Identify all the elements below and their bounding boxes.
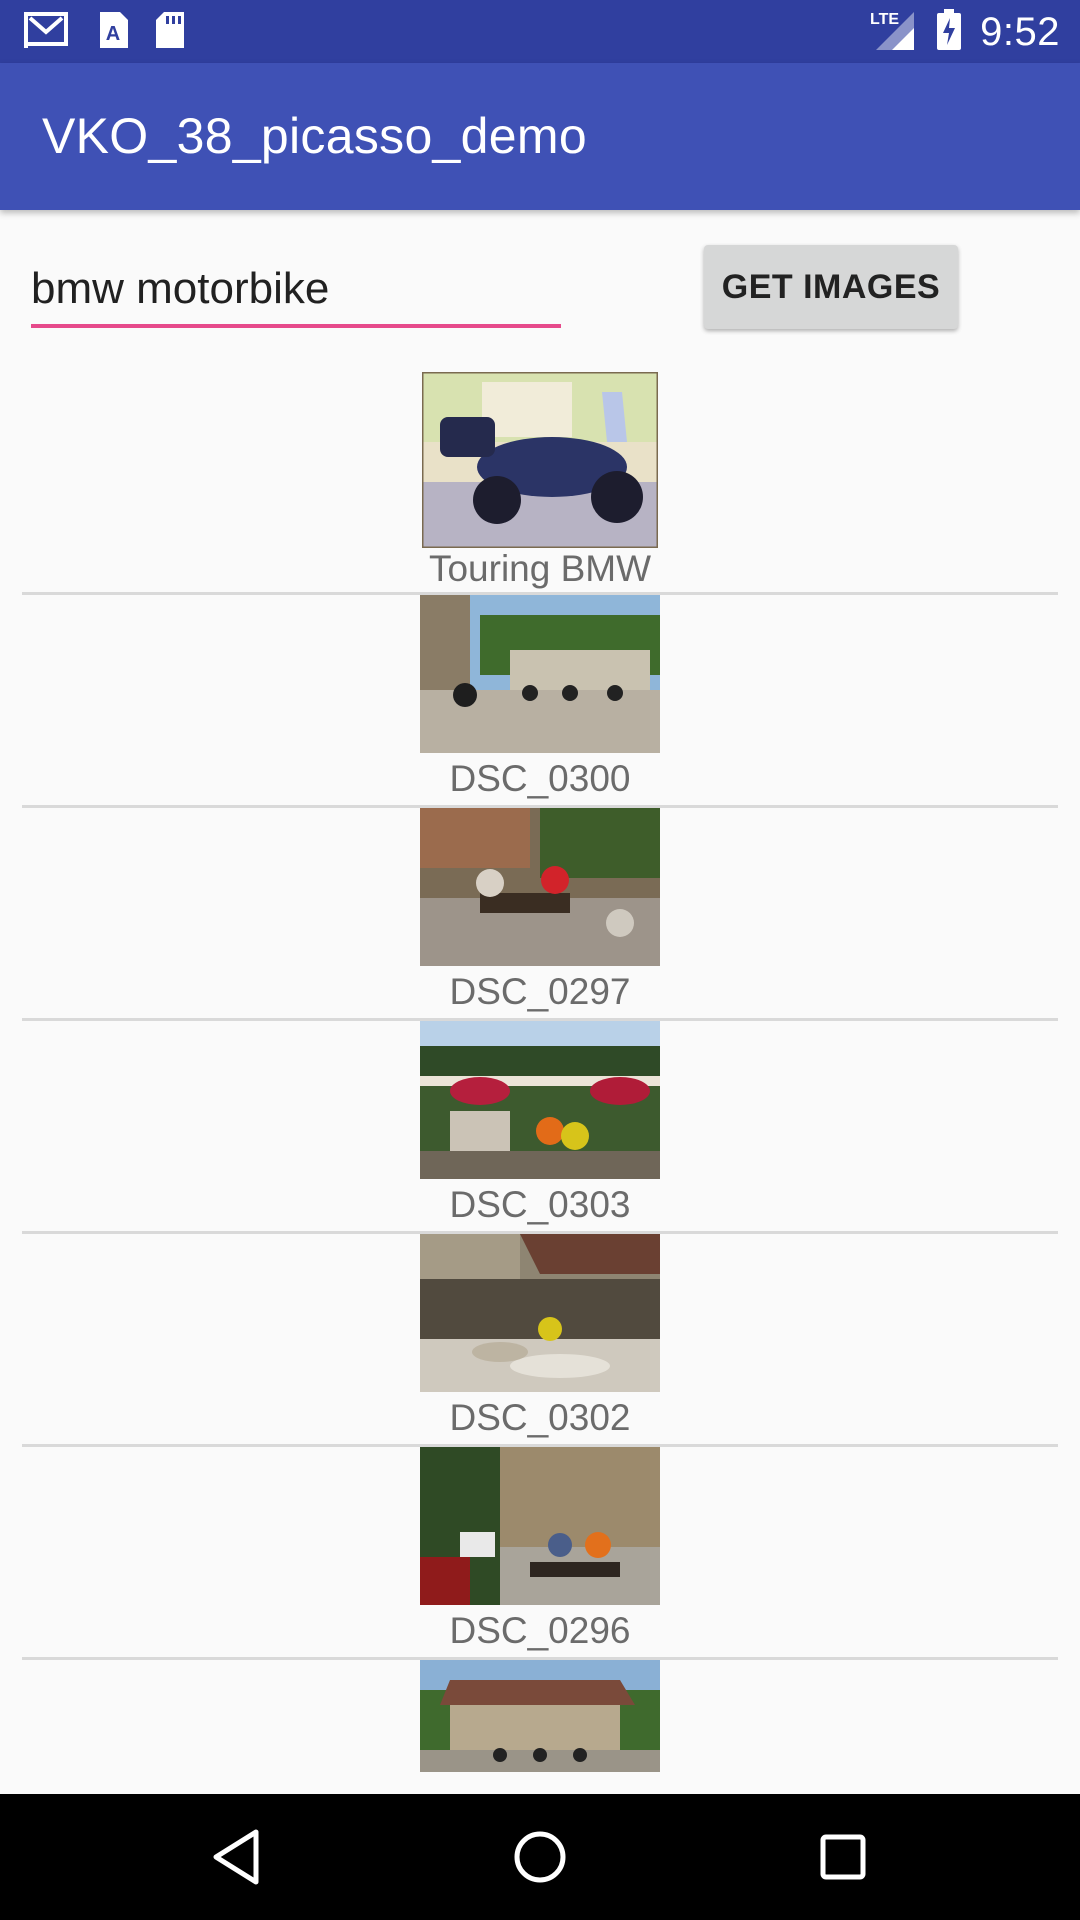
navigation-bar: [0, 1794, 1080, 1920]
list-item[interactable]: DSC_0302: [22, 1234, 1058, 1447]
image-caption: DSC_0300: [449, 758, 631, 799]
list-item[interactable]: DSC_0300: [22, 595, 1058, 808]
image-caption: DSC_0296: [449, 1610, 631, 1651]
image-caption: DSC_0303: [449, 1184, 631, 1225]
battery-charging-icon: [936, 9, 962, 56]
thumbnail-image: [420, 1234, 660, 1392]
network-label: LTE: [870, 11, 899, 28]
list-item[interactable]: Touring BMW: [22, 360, 1058, 595]
thumbnail-image: [420, 1660, 660, 1772]
list-item[interactable]: DSC_0297: [22, 808, 1058, 1021]
list-item[interactable]: DSC_0303: [22, 1021, 1058, 1234]
main-content: GET IMAGES Touring BMW: [0, 210, 1080, 1794]
thumbnail-image: [422, 372, 658, 548]
thumbnail-image: [420, 595, 660, 753]
home-icon[interactable]: [507, 1824, 573, 1890]
list-item[interactable]: DSC_0296: [22, 1447, 1058, 1660]
image-list[interactable]: Touring BMW DSC_0300 DSC_0297 DSC_0303 D…: [22, 360, 1058, 1780]
image-caption: Touring BMW: [428, 548, 652, 589]
thumbnail-image: [420, 808, 660, 966]
status-bar: A LTE 9:52: [0, 0, 1080, 63]
search-input[interactable]: [31, 254, 561, 328]
image-caption: DSC_0297: [449, 971, 631, 1012]
image-caption: DSC_0302: [449, 1397, 631, 1438]
thumbnail-image: [420, 1021, 660, 1179]
list-item[interactable]: [22, 1660, 1058, 1780]
get-images-button[interactable]: GET IMAGES: [704, 245, 958, 329]
font-a-icon: A: [96, 10, 130, 55]
status-time: 9:52: [980, 10, 1060, 54]
app-bar: VKO_38_picasso_demo: [0, 63, 1080, 210]
lte-signal-icon: LTE: [870, 6, 918, 59]
back-icon[interactable]: [204, 1824, 270, 1890]
thumbnail-image: [420, 1447, 660, 1605]
svg-text:A: A: [106, 23, 120, 45]
sd-card-icon: [154, 10, 186, 55]
recents-icon[interactable]: [810, 1824, 876, 1890]
page-title: VKO_38_picasso_demo: [42, 108, 587, 164]
gmail-icon: [24, 10, 72, 55]
